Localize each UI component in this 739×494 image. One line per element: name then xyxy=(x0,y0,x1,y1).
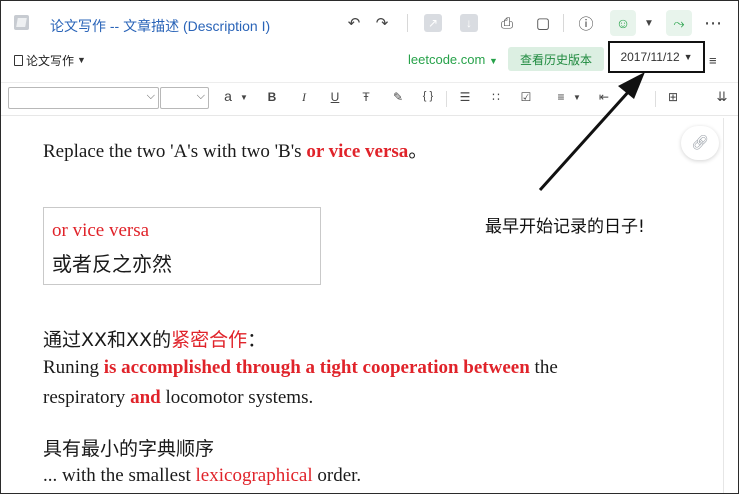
toolbar-divider xyxy=(446,91,447,107)
paragraph-4: ... with the smallest lexicographical or… xyxy=(43,465,361,487)
notebook-selector[interactable]: 论文写作 ▼ xyxy=(10,50,90,70)
source-site-label: leetcode.com xyxy=(408,52,486,67)
dropdown-icon[interactable]: ▼ xyxy=(638,12,660,34)
highlighted-text: or vice versa xyxy=(306,141,409,162)
chevron-down-icon[interactable]: ▼ xyxy=(236,93,252,102)
heading-1: 通过XX和XX的紧密合作： xyxy=(43,325,266,352)
heading-2: 具有最小的字典顺序 xyxy=(43,438,215,460)
numbered-list-icon[interactable]: ∷ xyxy=(488,90,504,104)
font-size-select[interactable]: ⌵ xyxy=(160,87,209,109)
text-run: ... with the smallest xyxy=(43,465,196,486)
paragraph-1: Replace the two 'A's with two 'B's or vi… xyxy=(43,136,427,163)
title-bar: 论文写作 -- 文章描述 (Description I) ↶ ↷ ↗ ↓ ⎙ ▢… xyxy=(0,0,739,46)
view-history-button[interactable]: 查看历史版本 xyxy=(508,47,604,71)
text-run: respiratory xyxy=(43,387,131,408)
quote-english: or vice versa xyxy=(52,220,150,241)
highlighted-text: 紧密合作 xyxy=(171,329,248,351)
highlighted-text: and xyxy=(130,387,161,408)
paragraph-2: Runing is accomplished through a tight c… xyxy=(43,357,558,379)
date-selector[interactable]: 2017/11/12 ▼ xyxy=(608,41,705,73)
bullet-list-icon[interactable]: ☰ xyxy=(457,90,473,104)
note-icon xyxy=(14,15,29,30)
highlighted-text: lexicographical xyxy=(195,465,313,486)
text-run: Replace the two 'A's with two 'B's xyxy=(43,141,307,162)
chevron-down-icon: ⌵ xyxy=(196,90,205,102)
chevron-down-icon: ▼ xyxy=(77,55,86,65)
toolbar-divider xyxy=(563,14,564,32)
undo-icon[interactable]: ↶ xyxy=(343,12,365,34)
font-family-select[interactable]: ⌵ xyxy=(8,87,159,109)
code-button[interactable]: { } xyxy=(417,90,439,102)
text-run: ： xyxy=(247,329,267,351)
italic-button[interactable]: I xyxy=(296,90,312,105)
toolbar-divider xyxy=(407,14,408,32)
bold-button[interactable]: B xyxy=(264,90,280,104)
text-run: order. xyxy=(312,465,362,486)
outline-icon[interactable]: ≡ xyxy=(709,53,717,68)
text-run: 。 xyxy=(408,141,428,162)
present-icon[interactable]: ▢ xyxy=(532,12,554,34)
table-icon[interactable]: ⊞ xyxy=(665,90,681,104)
highlighted-text: is accomplished through a tight cooperat… xyxy=(103,357,530,378)
link-icon[interactable]: 🔗︎ xyxy=(681,126,719,160)
outdent-icon[interactable]: ⇤ xyxy=(596,90,612,104)
print-icon[interactable]: ⎙ xyxy=(496,12,518,34)
expand-toolbar-icon[interactable]: ⇊ xyxy=(714,89,730,105)
text-run: 通过XX和XX的 xyxy=(43,329,172,351)
toolbar-divider xyxy=(655,91,656,107)
quote-chinese: 或者反之亦然 xyxy=(52,252,172,276)
annotation-text: 最早开始记录的日子! xyxy=(485,217,645,237)
chevron-down-icon: ▼ xyxy=(488,56,498,66)
chevron-down-icon: ⌵ xyxy=(146,90,155,102)
pdf-export-icon[interactable]: ↗ xyxy=(422,12,444,34)
note-title[interactable]: 论文写作 -- 文章描述 (Description I) xyxy=(50,16,270,36)
align-icon[interactable]: ≡ xyxy=(553,90,569,104)
notebook-icon xyxy=(14,54,23,66)
info-icon[interactable]: ⓘ xyxy=(575,12,597,34)
text-run: locomotor systems. xyxy=(160,387,314,408)
user-add-icon[interactable]: ☺ xyxy=(610,10,636,36)
checklist-icon[interactable]: ☑ xyxy=(518,90,534,104)
more-icon[interactable]: ⋯ xyxy=(702,12,724,34)
note-body[interactable]: Replace the two 'A's with two 'B's or vi… xyxy=(0,114,739,494)
font-size-button[interactable]: a xyxy=(220,88,236,104)
redo-icon[interactable]: ↷ xyxy=(371,12,393,34)
format-toolbar: ⌵ ⌵ a ▼ B I U Ŧ ✎ { } ☰ ∷ ☑ ≡ ▼ ⇤ ⊞ ⇊ xyxy=(0,82,739,116)
text-run: the xyxy=(529,357,558,378)
quote-box: or vice versa 或者反之亦然 xyxy=(43,207,321,285)
share-icon[interactable]: ⤳ xyxy=(666,10,692,36)
chevron-down-icon[interactable]: ▼ xyxy=(569,93,585,102)
underline-button[interactable]: U xyxy=(327,90,343,104)
paragraph-3: respiratory and locomotor systems. xyxy=(43,387,313,409)
source-site-link[interactable]: leetcode.com ▼ xyxy=(408,52,498,67)
chevron-down-icon: ▼ xyxy=(683,52,693,62)
text-run: Runing xyxy=(43,357,104,378)
date-value: 2017/11/12 xyxy=(620,50,680,64)
download-icon[interactable]: ↓ xyxy=(458,12,480,34)
scrollbar-track[interactable] xyxy=(723,118,724,494)
notebook-label: 论文写作 xyxy=(26,53,75,68)
strikethrough-button[interactable]: Ŧ xyxy=(358,90,374,104)
highlight-icon[interactable]: ✎ xyxy=(390,90,406,104)
